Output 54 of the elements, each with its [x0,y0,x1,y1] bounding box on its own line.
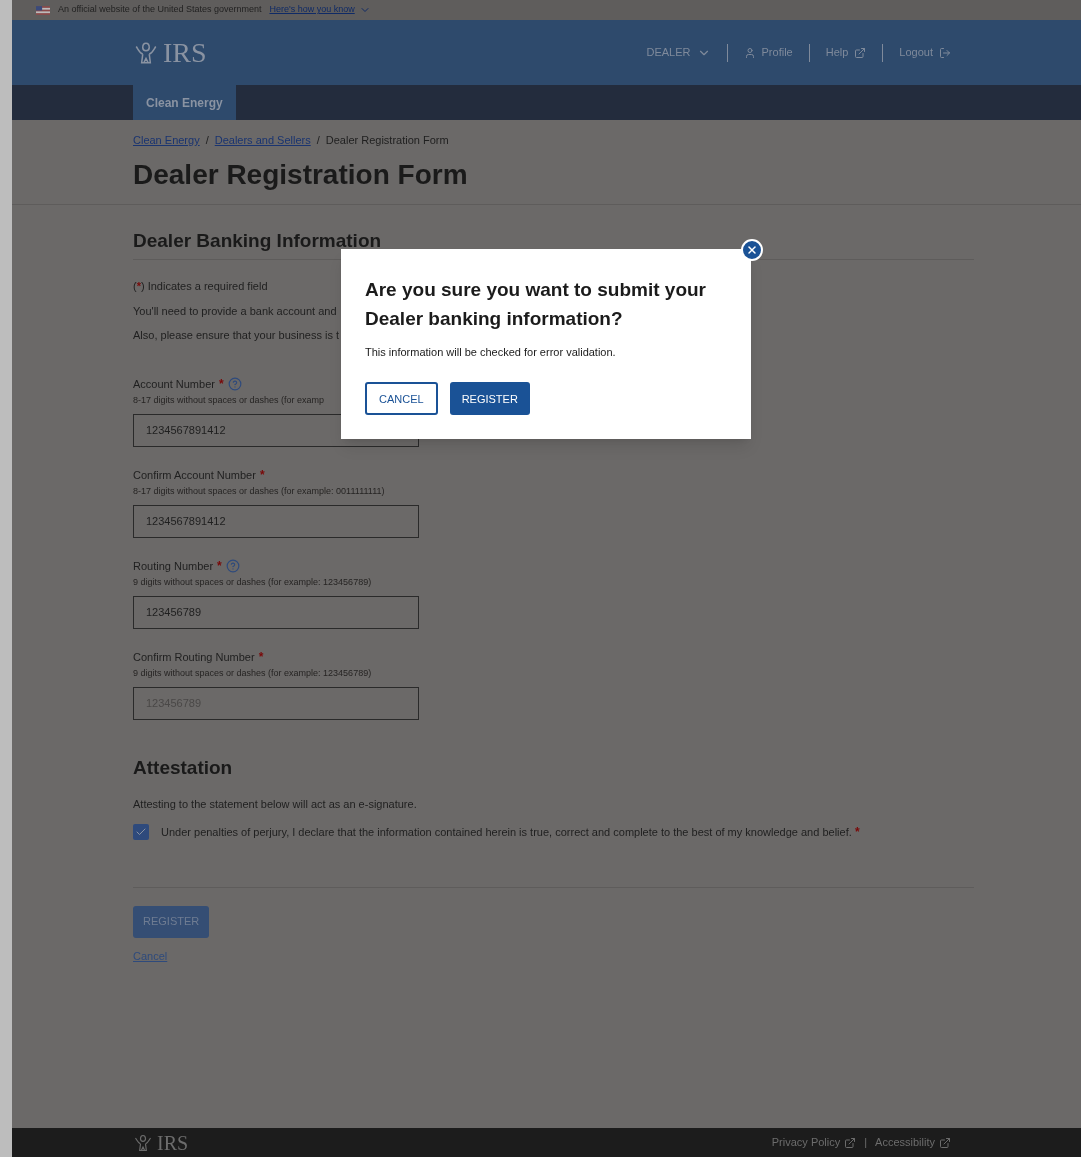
dialog-register-button[interactable]: REGISTER [449,382,530,416]
footer-separator: | [864,1135,868,1151]
info-text: Also, please ensure that your business is t [133,328,340,343]
info-text: You'll need to provide a bank account and [133,303,337,319]
how-you-know-link[interactable]: Here's how you know [269,3,371,17]
text-input[interactable]: 1234567891412 [133,413,419,447]
field-label: Confirm Routing Number [133,649,255,665]
dialog-body: This information will be checked for error validation. [365,344,617,360]
external-link-icon [854,46,867,59]
checkbox[interactable] [133,823,149,840]
field-hint: 9 digits without spaces or dashes (for example: 123456789) [133,667,372,680]
page-title: Dealer Registration Form [133,157,469,192]
header-link[interactable]: Logout [899,44,951,61]
eagle-logo-icon [133,1132,153,1153]
breadcrumb-link[interactable]: Clean Energy [133,132,200,149]
attestation-intro: Attesting to the statement below will act as an e-signature. [133,797,418,812]
logout-icon [939,46,951,59]
field-label: Account Number [133,376,215,392]
footer-link[interactable]: Privacy Policy [771,1134,857,1151]
role-dropdown[interactable]: DEALER [646,44,711,61]
dialog-title: Are you sure you want to submit your Dealer banking information? [365,278,707,332]
external-link-icon [844,1136,857,1149]
nav-tab[interactable]: Clean Energy [133,85,236,120]
person-icon [743,46,756,59]
dialog-cancel-button[interactable]: CANCEL [365,382,438,416]
breadcrumb-link[interactable]: Dealers and Sellers [214,132,311,149]
help-icon[interactable] [225,558,240,573]
attestation-heading: Attestation [133,755,234,780]
external-link-icon [939,1136,951,1149]
logo-text: IRS [163,38,207,67]
field-label: Routing Number [133,558,214,574]
breadcrumb-separator: / [205,133,209,148]
required-asterisk: * [217,559,222,572]
field-label: Confirm Account Number [133,467,256,483]
breadcrumb-separator: / [316,133,320,148]
text-input[interactable]: 1234567891412 [133,504,419,538]
text-input[interactable]: 123456789 [133,595,419,629]
footer-link[interactable]: Accessibility [875,1134,951,1151]
flag-icon [36,5,50,15]
close-button[interactable] [741,239,763,261]
required-asterisk: * [258,650,264,663]
help-icon[interactable] [227,376,242,391]
field-hint: 8-17 digits without spaces or dashes (for example: 0011111111) [133,485,385,498]
header-link[interactable]: Help [825,44,867,61]
footer-logo-text: IRS [157,1132,189,1153]
header-link[interactable]: Profile [743,44,793,61]
close-icon [746,244,758,256]
required-note: (*) Indicates a required field [133,279,268,294]
breadcrumb-current: Dealer Registration Form [325,133,449,148]
cancel-link[interactable]: Cancel [133,947,168,964]
field-hint: 9 digits without spaces or dashes (for example: 123456789) [133,576,372,589]
field-hint: 8-17 digits without spaces or dashes (for examp [133,394,325,407]
required-asterisk: * [259,468,265,481]
required-asterisk: * [218,377,224,390]
